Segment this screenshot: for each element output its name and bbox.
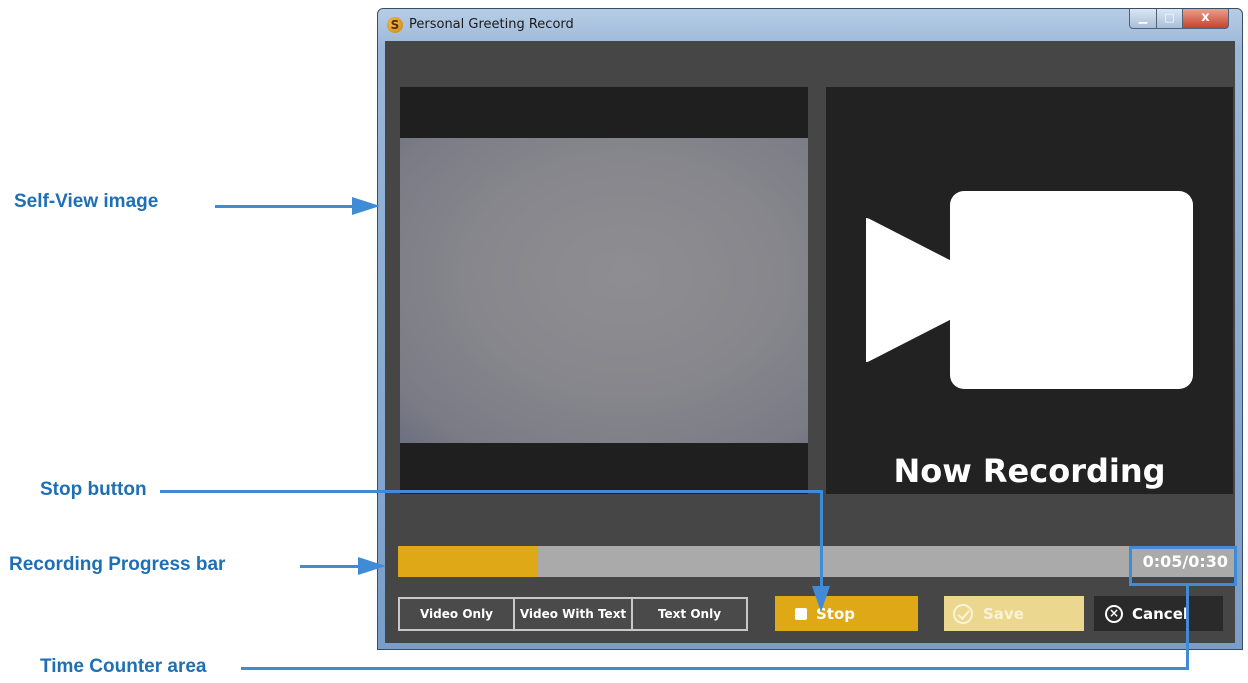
- video-camera-icon: [866, 191, 1193, 389]
- annotation-line: [241, 667, 1189, 670]
- recording-preview-panel: Now Recording: [826, 87, 1233, 494]
- annotation-arrowhead: [812, 586, 830, 612]
- self-view-panel: [400, 87, 808, 494]
- stop-icon: [795, 607, 807, 620]
- check-circle-icon: [953, 603, 973, 624]
- text-only-button[interactable]: Text Only: [631, 597, 748, 631]
- recording-progress-bar: 0:05/0:30: [398, 546, 1235, 577]
- video-with-text-button[interactable]: Video With Text: [513, 597, 633, 631]
- maximize-icon: □: [1164, 11, 1175, 24]
- annotation-arrowhead: [352, 197, 380, 215]
- cancel-circle-x-icon: ×: [1105, 604, 1123, 623]
- recording-progress-fill: [398, 546, 538, 577]
- cancel-button-label: Cancel: [1132, 604, 1189, 623]
- maximize-button[interactable]: □: [1156, 9, 1183, 29]
- app-logo-icon: S: [387, 17, 403, 33]
- self-view-image: [400, 138, 808, 443]
- annotation-line: [300, 565, 360, 568]
- close-button[interactable]: x: [1182, 9, 1229, 29]
- save-button-label: Save: [983, 604, 1024, 623]
- annotation-arrowhead: [358, 557, 386, 575]
- save-button[interactable]: Save: [944, 596, 1084, 631]
- annotation-stop-button: Stop button: [40, 479, 147, 500]
- window-title: Personal Greeting Record: [409, 17, 574, 32]
- annotation-line: [160, 490, 822, 493]
- annotation-line: [1186, 586, 1189, 669]
- cancel-button[interactable]: × Cancel: [1094, 596, 1223, 631]
- minimize-button[interactable]: ▁: [1129, 9, 1157, 29]
- time-counter-highlight: [1129, 546, 1237, 586]
- annotation-progress-bar: Recording Progress bar: [9, 554, 226, 575]
- record-mode-group: Video Only Video With Text Text Only: [398, 597, 748, 631]
- title-bar[interactable]: S Personal Greeting Record ▁ □ x: [378, 9, 1242, 41]
- minimize-icon: ▁: [1138, 11, 1148, 24]
- now-recording-label: Now Recording: [893, 452, 1166, 490]
- personal-greeting-record-window: S Personal Greeting Record ▁ □ x Now Rec…: [377, 8, 1243, 650]
- stop-button[interactable]: Stop: [775, 596, 918, 631]
- client-area: Now Recording 0:05/0:30 Video Only Video…: [385, 41, 1235, 643]
- annotation-time-counter: Time Counter area: [40, 656, 207, 677]
- annotation-line: [215, 205, 353, 208]
- video-only-button[interactable]: Video Only: [398, 597, 515, 631]
- close-icon: x: [1201, 10, 1210, 25]
- annotation-self-view: Self-View image: [14, 191, 159, 212]
- annotation-line: [820, 490, 823, 586]
